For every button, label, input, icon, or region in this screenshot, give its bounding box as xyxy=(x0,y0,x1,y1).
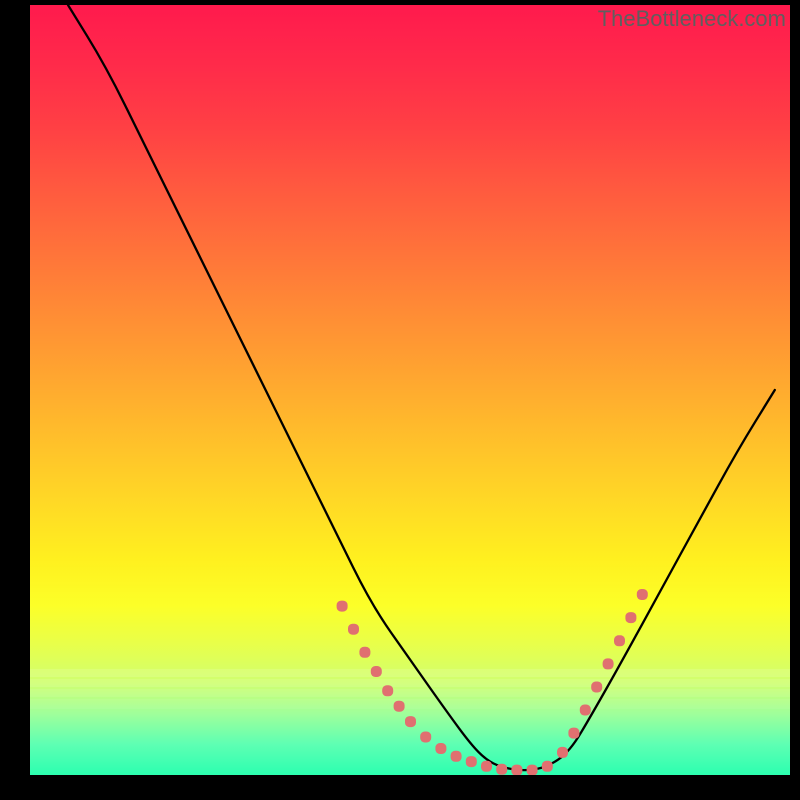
dot xyxy=(511,765,522,775)
dot xyxy=(405,716,416,727)
dot xyxy=(527,765,538,775)
dot xyxy=(542,761,553,772)
dot xyxy=(359,647,370,658)
dot xyxy=(371,666,382,677)
dot xyxy=(466,756,477,767)
dot xyxy=(591,682,602,693)
dot xyxy=(337,601,348,612)
dot xyxy=(603,658,614,669)
dot xyxy=(382,685,393,696)
dot xyxy=(637,589,648,600)
watermark-label: TheBottleneck.com xyxy=(598,6,786,32)
dotted-overlay xyxy=(337,589,648,775)
dot xyxy=(420,732,431,743)
dot xyxy=(557,747,568,758)
dot xyxy=(496,764,507,775)
dot xyxy=(580,705,591,716)
dot xyxy=(435,743,446,754)
dot xyxy=(481,761,492,772)
dot xyxy=(394,701,405,712)
dot xyxy=(348,624,359,635)
dot xyxy=(625,612,636,623)
dot xyxy=(568,728,579,739)
dot xyxy=(451,751,462,762)
chart-frame xyxy=(30,5,790,775)
bottleneck-curve xyxy=(68,5,775,770)
dot xyxy=(614,635,625,646)
chart-svg xyxy=(30,5,790,775)
